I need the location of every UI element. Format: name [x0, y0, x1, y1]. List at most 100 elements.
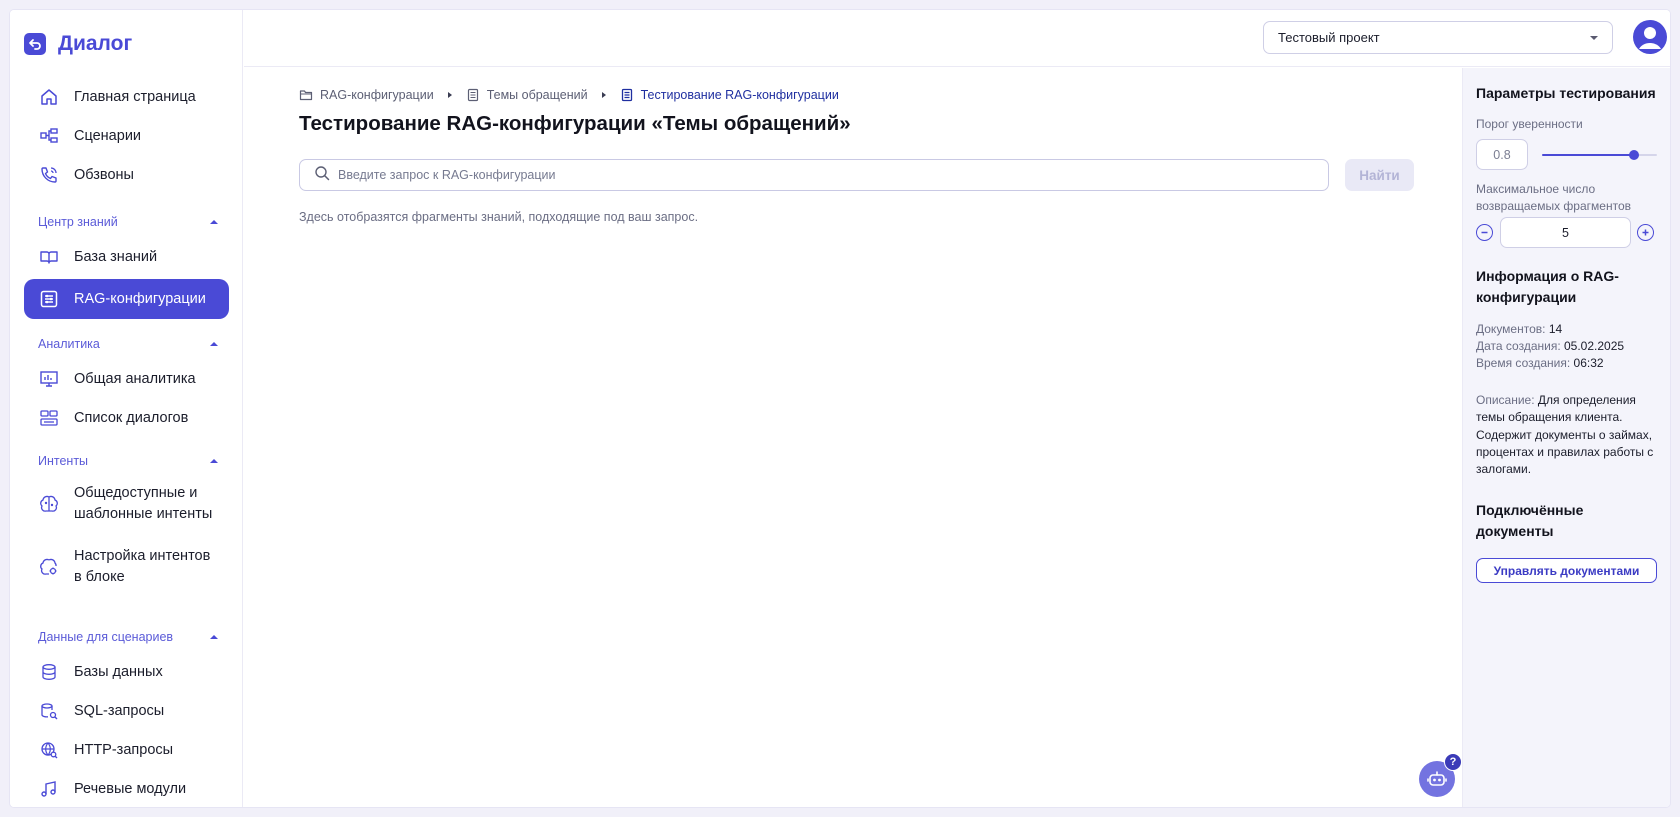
- info-description: Описание: Для определения темы обращения…: [1476, 392, 1661, 478]
- http-icon: [38, 739, 60, 761]
- brain-icon: [38, 493, 60, 515]
- project-select-value: Тестовый проект: [1278, 30, 1380, 45]
- sidebar-item-label: Речевые модули: [74, 780, 187, 797]
- params-title: Параметры тестирования: [1476, 85, 1656, 101]
- sidebar-item-label: Настройка интентов в блоке: [74, 548, 211, 585]
- increment-button[interactable]: [1637, 224, 1654, 241]
- dialogs-list-icon: [38, 407, 60, 429]
- section-knowledge-center[interactable]: Центр знаний: [38, 213, 218, 231]
- document-icon: [620, 88, 634, 102]
- breadcrumb-label: RAG-конфигурации: [320, 88, 434, 102]
- sidebar-item-intent-settings[interactable]: Настройка интентов в блоке: [24, 539, 229, 595]
- breadcrumb-item-rag-configurations[interactable]: RAG-конфигурации: [299, 88, 434, 102]
- sidebar-item-analytics[interactable]: Общая аналитика: [24, 359, 229, 399]
- sidebar-item-calls[interactable]: Обзвоны: [24, 155, 229, 195]
- sidebar-item-knowledge-base[interactable]: База знаний: [24, 237, 229, 277]
- music-icon: [38, 778, 60, 800]
- scenario-icon: [38, 125, 60, 147]
- sidebar-item-label: Общедоступные и шаблонные интенты: [74, 485, 213, 522]
- empty-state-hint: Здесь отобразятся фрагменты знаний, подх…: [299, 210, 699, 224]
- sidebar-item-label: Список диалогов: [74, 409, 189, 426]
- section-scenario-data[interactable]: Данные для сценариев: [38, 628, 218, 646]
- sidebar-item-home[interactable]: Главная страница: [24, 77, 229, 117]
- threshold-slider[interactable]: [1542, 150, 1657, 160]
- info-documents: Документов: 14: [1476, 321, 1562, 338]
- settings-list-icon: [38, 288, 60, 310]
- chevron-right-icon: [447, 92, 452, 98]
- sidebar-item-label: Обзвоны: [74, 166, 134, 183]
- help-badge[interactable]: ?: [1444, 753, 1462, 771]
- chevron-down-icon: [1590, 36, 1598, 40]
- section-intents[interactable]: Интенты: [38, 452, 218, 470]
- database-icon: [38, 661, 60, 683]
- info-key: Документов:: [1476, 322, 1546, 336]
- brain-gear-icon: [38, 556, 60, 578]
- sidebar-item-label: База знаний: [74, 248, 158, 265]
- chevron-up-icon: [210, 220, 218, 224]
- connected-docs-title: Подключённые документы: [1476, 502, 1584, 539]
- find-button[interactable]: Найти: [1345, 159, 1414, 191]
- project-select[interactable]: Тестовый проект: [1263, 21, 1613, 54]
- info-created-date: Дата создания: 05.02.2025: [1476, 338, 1624, 355]
- sidebar-item-public-intents[interactable]: Общедоступные и шаблонные интенты: [24, 476, 229, 532]
- minus-icon: [1481, 231, 1488, 234]
- threshold-label: Порог уверенности: [1476, 117, 1583, 131]
- info-key: Дата создания:: [1476, 339, 1561, 353]
- manage-documents-button[interactable]: Управлять документами: [1476, 558, 1657, 583]
- phone-icon: [38, 164, 60, 186]
- max-fragments-field[interactable]: 5: [1500, 217, 1631, 248]
- info-key: Описание:: [1476, 393, 1535, 407]
- info-value: 14: [1548, 322, 1563, 336]
- chevron-up-icon: [210, 342, 218, 346]
- info-value: 05.02.2025: [1564, 339, 1625, 353]
- user-avatar-icon[interactable]: [1633, 20, 1667, 54]
- sidebar-item-label: Общая аналитика: [74, 370, 196, 387]
- sidebar-item-label: SQL-запросы: [74, 702, 165, 719]
- decrement-button[interactable]: [1476, 224, 1493, 241]
- sidebar-item-label: HTTP-запросы: [74, 741, 174, 758]
- sidebar-item-http-queries[interactable]: HTTP-запросы: [24, 730, 229, 770]
- section-label: Центр знаний: [38, 215, 118, 229]
- breadcrumb-label: Темы обращений: [486, 88, 588, 102]
- sidebar-item-sql-queries[interactable]: SQL-запросы: [24, 691, 229, 731]
- sidebar-item-speech-modules[interactable]: Речевые модули: [24, 769, 229, 807]
- app-window: Диалог Главная страница Сценарии Обзвоны…: [10, 10, 1670, 807]
- breadcrumb: RAG-конфигурации Темы обращений Тестиров…: [299, 88, 839, 102]
- logo[interactable]: Диалог: [24, 32, 132, 56]
- page-title: Тестирование RAG-конфигурации «Темы обра…: [299, 112, 851, 135]
- sidebar-item-rag-configurations[interactable]: RAG-конфигурации: [24, 279, 229, 319]
- chevron-up-icon: [210, 459, 218, 463]
- sidebar: Диалог Главная страница Сценарии Обзвоны…: [10, 10, 243, 807]
- info-title: Информация о RAG-конфигурации: [1476, 268, 1619, 305]
- sidebar-item-label: Сценарии: [74, 127, 142, 144]
- robot-icon: [1427, 771, 1447, 786]
- sql-icon: [38, 700, 60, 722]
- sidebar-item-label: Главная страница: [74, 88, 196, 105]
- info-key: Время создания:: [1476, 356, 1571, 370]
- search-input[interactable]: [338, 168, 1298, 182]
- info-created-time: Время создания: 06:32: [1476, 355, 1604, 372]
- info-value: 06:32: [1573, 356, 1604, 370]
- section-analytics[interactable]: Аналитика: [38, 335, 218, 353]
- sidebar-item-dialogs-list[interactable]: Список диалогов: [24, 398, 229, 438]
- slider-fill: [1542, 154, 1634, 156]
- analytics-icon: [38, 368, 60, 390]
- search-box[interactable]: [299, 159, 1329, 191]
- folder-icon: [299, 88, 313, 102]
- breadcrumb-item-topics[interactable]: Темы обращений: [466, 88, 588, 102]
- plus-icon: [1642, 229, 1649, 236]
- sidebar-item-databases[interactable]: Базы данных: [24, 652, 229, 692]
- book-icon: [38, 246, 60, 268]
- chevron-right-icon: [601, 92, 606, 98]
- top-header: Тестовый проект: [244, 10, 1670, 67]
- slider-thumb[interactable]: [1629, 150, 1639, 160]
- max-fragments-label: Максимальное число возвращаемых фрагмент…: [1476, 182, 1631, 213]
- test-parameters-panel: Параметры тестирования Порог уверенности…: [1462, 68, 1670, 807]
- main-content: RAG-конфигурации Темы обращений Тестиров…: [244, 68, 1462, 807]
- home-icon: [38, 86, 60, 108]
- section-label: Аналитика: [38, 337, 100, 351]
- sidebar-item-scenarios[interactable]: Сценарии: [24, 116, 229, 156]
- chevron-up-icon: [210, 635, 218, 639]
- logo-icon: [24, 33, 46, 55]
- threshold-value-field[interactable]: 0.8: [1476, 139, 1528, 170]
